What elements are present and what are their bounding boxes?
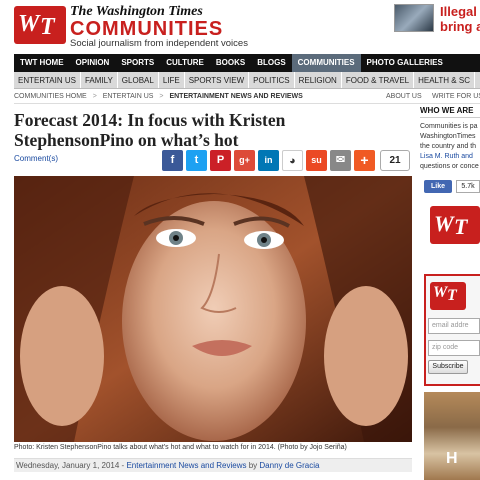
article-title-line: StephensonPino on what’s hot <box>14 130 239 150</box>
subnav-item-family[interactable]: FAMILY <box>81 72 118 88</box>
reddit-icon[interactable]: ◕ <box>282 150 303 171</box>
subscribe-button[interactable]: Subscribe <box>428 360 468 374</box>
sidebar-text-line: questions or conce <box>420 163 479 170</box>
googleplus-icon[interactable]: g+ <box>234 150 255 171</box>
byline-by: by <box>246 461 260 470</box>
nav-item-culture[interactable]: CULTURE <box>160 54 210 72</box>
newsletter-logo-letter: W <box>433 284 448 301</box>
nav-item-photo-galleries[interactable]: PHOTO GALLERIES <box>361 54 449 72</box>
nav-item-communities[interactable]: COMMUNITIES <box>291 54 361 72</box>
comments-link[interactable]: Comment(s) <box>14 154 58 163</box>
facebook-icon[interactable]: f <box>162 150 183 171</box>
newsletter-logo-letter: T <box>447 287 457 304</box>
email-field[interactable]: email addre <box>428 318 480 334</box>
site-logo[interactable]: W T <box>14 6 66 44</box>
header-ad-line: bring a <box>440 19 480 34</box>
sidebar-text-line: Communities is pa <box>420 123 478 130</box>
byline-section-link[interactable]: Entertainment News and Reviews <box>126 461 246 470</box>
sidebar-text-line: WashingtonTimes <box>420 133 476 140</box>
nav-item-twt-home[interactable]: TWT HOME <box>14 54 70 72</box>
header-ad-image[interactable] <box>394 4 434 32</box>
sidebar-about-text: Communities is pa WashingtonTimes the co… <box>420 122 480 172</box>
logo-letter-t: T <box>40 14 55 40</box>
pinterest-icon[interactable]: P <box>210 150 231 171</box>
subnav-item-global[interactable]: GLOBAL <box>118 72 159 88</box>
brand-tagline: Social journalism from independent voice… <box>70 38 248 49</box>
sidebar-logo[interactable]: W T <box>430 206 480 244</box>
nav-item-books[interactable]: BOOKS <box>210 54 251 72</box>
more-icon[interactable]: + <box>354 150 375 171</box>
facebook-like-button[interactable]: Like <box>424 180 452 193</box>
stumbleupon-icon[interactable]: su <box>306 150 327 171</box>
breadcrumb-separator: > <box>92 93 97 100</box>
breadcrumb-current: ENTERTAINMENT NEWS AND REVIEWS <box>169 93 303 100</box>
facebook-like-count: 5.7k <box>456 180 480 193</box>
article-byline: Wednesday, January 1, 2014 - Entertainme… <box>14 458 412 472</box>
write-for-us-link[interactable]: WRITE FOR US <box>432 90 480 104</box>
nav-item-opinion[interactable]: OPINION <box>70 54 116 72</box>
about-us-link[interactable]: ABOUT US <box>386 90 422 104</box>
breadcrumb-separator: > <box>159 93 164 100</box>
subnav-item-sports-view[interactable]: SPORTS VIEW <box>185 72 250 88</box>
sidebar-heading: WHO WE ARE <box>420 106 480 118</box>
email-icon[interactable]: ✉ <box>330 150 351 171</box>
subnav-item-religion[interactable]: RELIGION <box>295 72 342 88</box>
sidebar: WHO WE ARE Communities is pa WashingtonT… <box>420 106 480 480</box>
header-ad-line: Illegal i <box>440 4 480 19</box>
breadcrumb-item[interactable]: ENTERTAIN US <box>103 93 154 100</box>
masthead: W T The Washington Times COMMUNITIES Soc… <box>0 0 480 50</box>
subnav-item-life[interactable]: LIFE <box>159 72 185 88</box>
article-title-line: Forecast 2014: In focus with Kristen <box>14 110 286 130</box>
newsletter-logo: W T <box>430 282 466 310</box>
nav-item-blogs[interactable]: BLOGS <box>251 54 291 72</box>
byline-date: Wednesday, January 1, 2014 - <box>16 461 127 470</box>
sidebar-ad-text: H <box>446 450 458 467</box>
portrait-illustration <box>14 176 412 442</box>
subnav-item-politics[interactable]: POLITICS <box>249 72 295 88</box>
subnav-item-health[interactable]: HEALTH & SC <box>414 72 475 88</box>
sidebar-editor-link[interactable]: Lisa M. Ruth and <box>420 152 480 162</box>
logo-letter-w: W <box>18 11 40 37</box>
primary-nav: TWT HOME OPINION SPORTS CULTURE BOOKS BL… <box>14 54 480 72</box>
subnav-item-entertain-us[interactable]: ENTERTAIN US <box>14 72 81 88</box>
breadcrumb: COMMUNITIES HOME > ENTERTAIN US > ENTERT… <box>14 90 480 104</box>
sidebar-text-line: the country and th <box>420 143 477 150</box>
nav-item-sports[interactable]: SPORTS <box>115 54 160 72</box>
header-ad-text[interactable]: Illegal i bring a <box>440 4 480 34</box>
secondary-nav: ENTERTAIN US FAMILY GLOBAL LIFE SPORTS V… <box>14 72 480 89</box>
zip-code-field[interactable]: zip code <box>428 340 480 356</box>
linkedin-icon[interactable]: in <box>258 150 279 171</box>
breadcrumb-item[interactable]: COMMUNITIES HOME <box>14 93 87 100</box>
photo-caption: Photo: Kristen StephensonPino talks abou… <box>14 444 347 451</box>
subnav-item-food-travel[interactable]: FOOD & TRAVEL <box>342 72 415 88</box>
article-photo[interactable] <box>14 176 412 442</box>
sidebar-logo-letter: T <box>454 214 468 239</box>
article-title: Forecast 2014: In focus with Kristen Ste… <box>14 110 414 150</box>
twitter-icon[interactable]: t <box>186 150 207 171</box>
byline-author-link[interactable]: Danny de Gracia <box>259 461 319 470</box>
share-count: 21 <box>380 150 410 171</box>
sidebar-logo-letter: W <box>434 211 454 236</box>
